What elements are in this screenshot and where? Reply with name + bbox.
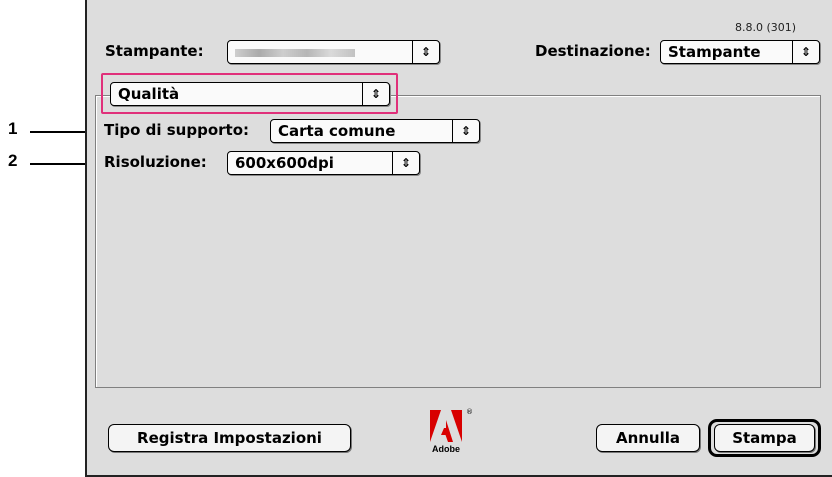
resolution-label: Risoluzione: [104,153,207,171]
printer-name-redacted [235,48,355,57]
print-button[interactable]: Stampa [714,424,815,452]
cancel-button[interactable]: Annulla [596,424,700,452]
destination-label: Destinazione: [535,42,651,60]
media-type-value: Carta comune [278,122,396,140]
save-settings-button[interactable]: Registra Impostazioni [108,424,351,452]
callout-number-2: 2 [8,151,18,170]
printer-label: Stampante: [105,42,204,60]
adobe-logo-text: Adobe [432,444,460,454]
resolution-popup[interactable]: 600x600dpi ⇕ [227,151,420,175]
version-text: 8.8.0 (301) [735,21,797,34]
media-type-label: Tipo di supporto: [104,121,249,139]
destination-popup[interactable]: Stampante ⇕ [660,40,820,64]
popup-arrows-icon: ⇕ [392,152,419,174]
highlight-box [101,73,398,114]
popup-arrows-icon: ⇕ [452,120,479,142]
callout-number-1: 1 [8,119,18,138]
adobe-logo-icon [430,410,462,442]
media-type-popup[interactable]: Carta comune ⇕ [270,119,480,143]
popup-arrows-icon: ⇕ [412,41,439,63]
destination-value: Stampante [668,43,761,61]
resolution-value: 600x600dpi [235,154,334,172]
registered-mark: ® [466,408,473,416]
popup-arrows-icon: ⇕ [792,41,819,63]
adobe-logo: Adobe ® [430,408,474,458]
printer-popup[interactable]: ⇕ [227,40,440,64]
